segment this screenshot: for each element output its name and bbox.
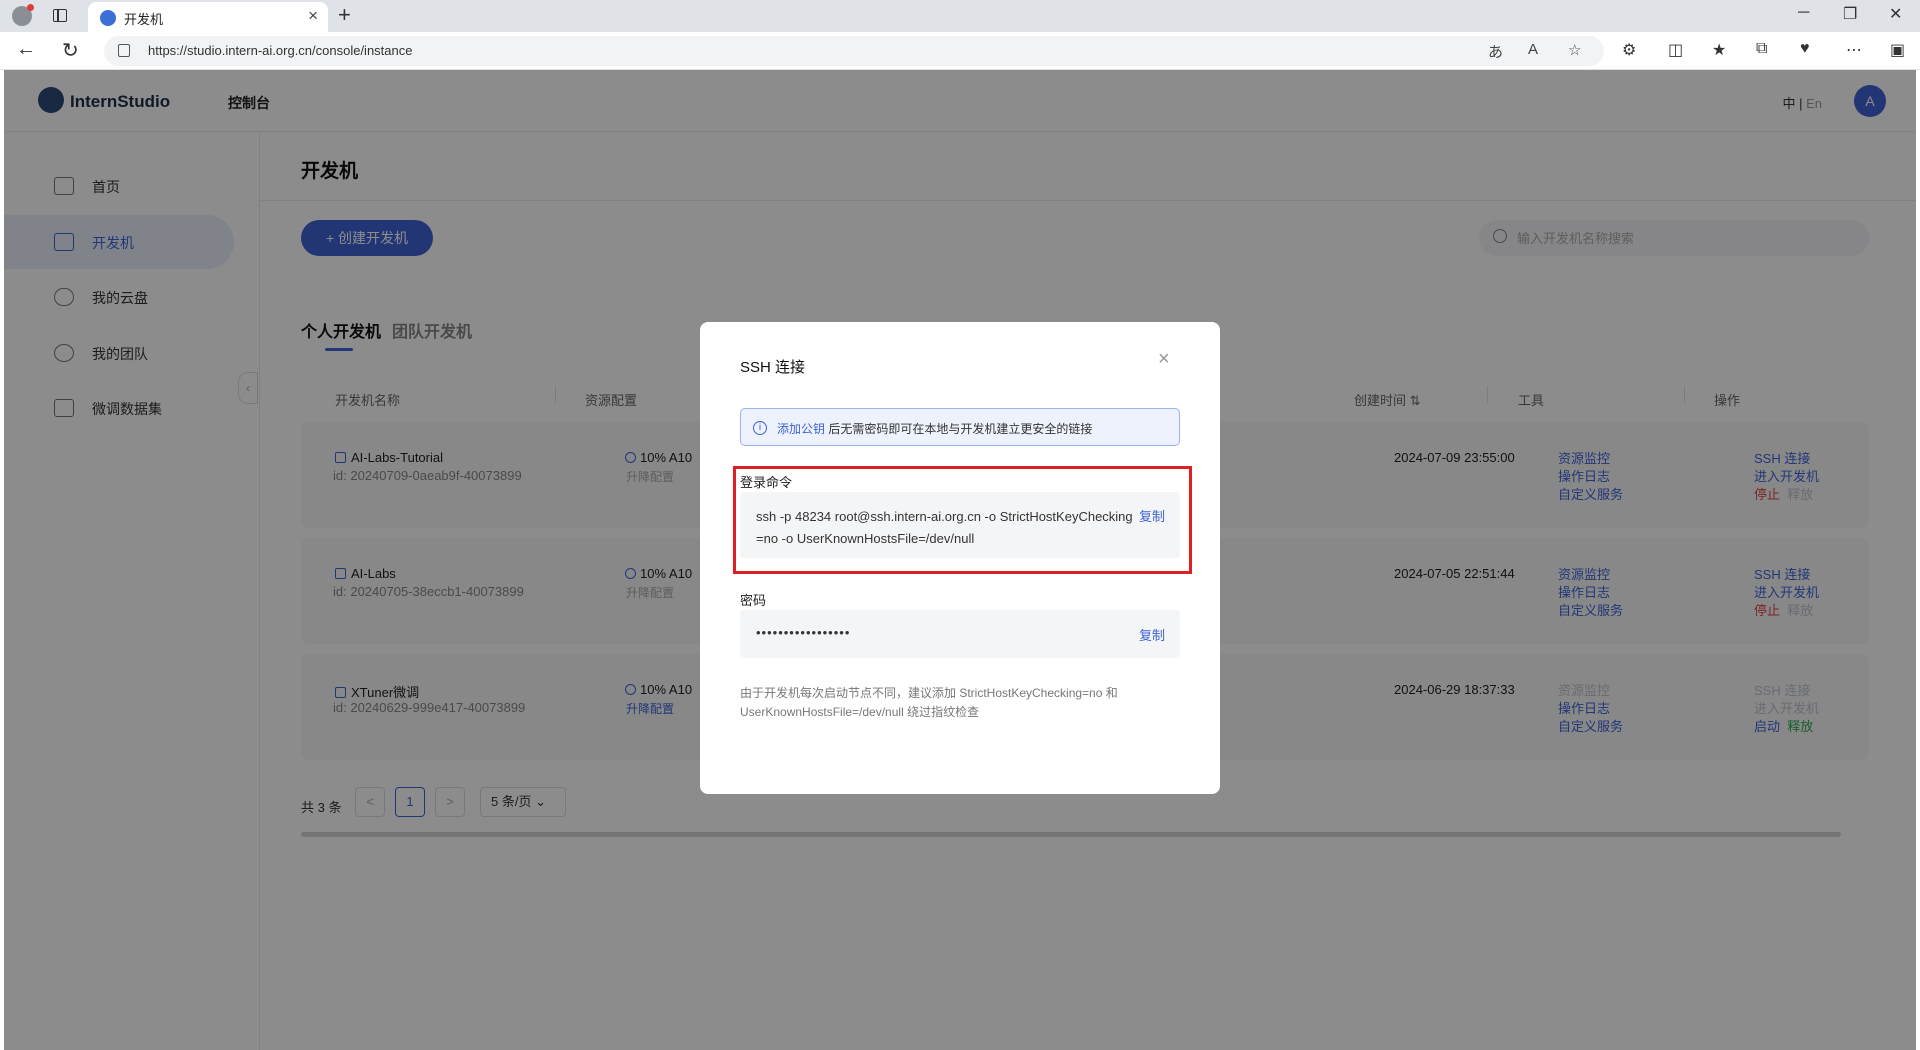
add-public-key-link[interactable]: 添加公钥	[777, 422, 825, 436]
read-aloud-icon[interactable]: A	[1528, 41, 1538, 58]
close-window-icon[interactable]: ✕	[1889, 4, 1902, 24]
url-text: https://studio.intern-ai.org.cn/console/…	[148, 43, 413, 58]
browser-tab[interactable]: 开发机 ×	[88, 2, 328, 32]
new-tab-icon[interactable]: +	[338, 2, 351, 28]
back-icon[interactable]: ←	[16, 38, 36, 61]
translate-icon[interactable]: あ	[1488, 41, 1503, 62]
minimize-icon[interactable]: ─	[1798, 4, 1809, 22]
password-label: 密码	[740, 593, 767, 608]
notice-message: 后无需密码即可在本地与开发机建立更安全的链接	[828, 422, 1093, 436]
profile-icon[interactable]	[12, 4, 34, 26]
notice-text: 添加公钥 后无需密码即可在本地与开发机建立更安全的链接	[777, 420, 1092, 437]
modal-title: SSH 连接	[740, 359, 806, 376]
copy-password-button[interactable]: 复制	[1139, 625, 1165, 644]
collections-icon[interactable]: ⧉	[1756, 40, 1767, 58]
address-bar: ← ↻ https://studio.intern-ai.org.cn/cons…	[0, 32, 1920, 70]
sidebar-toggle-icon[interactable]: ▣	[1890, 40, 1905, 60]
password-mask: •••••••••••••••••	[756, 625, 851, 640]
browser-essentials-icon[interactable]: ♥	[1800, 40, 1810, 58]
more-menu-icon[interactable]: ⋯	[1846, 40, 1862, 60]
highlight-frame	[733, 466, 1192, 574]
browser-tab-bar: 开发机 × + ─ ❐ ✕	[0, 0, 1920, 32]
restore-icon[interactable]: ❐	[1843, 4, 1857, 24]
close-icon[interactable]: ×	[1158, 348, 1170, 371]
favorite-star-icon[interactable]: ☆	[1568, 41, 1581, 59]
extensions-icon[interactable]: ⚙	[1622, 40, 1636, 60]
close-tab-icon[interactable]: ×	[308, 6, 318, 26]
favorites-icon[interactable]: ★	[1712, 40, 1726, 60]
split-screen-icon[interactable]: ◫	[1668, 40, 1683, 60]
browser-tab-title: 开发机	[124, 12, 164, 27]
url-field[interactable]: https://studio.intern-ai.org.cn/console/…	[104, 36, 1604, 66]
tab-actions-icon[interactable]	[53, 9, 67, 22]
refresh-icon[interactable]: ↻	[62, 38, 79, 63]
add-public-key-notice: i 添加公钥 后无需密码即可在本地与开发机建立更安全的链接	[740, 408, 1180, 446]
info-icon: i	[753, 421, 767, 435]
password-box: ••••••••••••••••• 复制	[740, 610, 1180, 658]
lock-icon[interactable]	[118, 44, 130, 57]
fingerprint-hint: 由于开发机每次启动节点不同，建议添加 StrictHostKeyChecking…	[740, 686, 1118, 719]
site-favicon-icon	[100, 10, 116, 26]
